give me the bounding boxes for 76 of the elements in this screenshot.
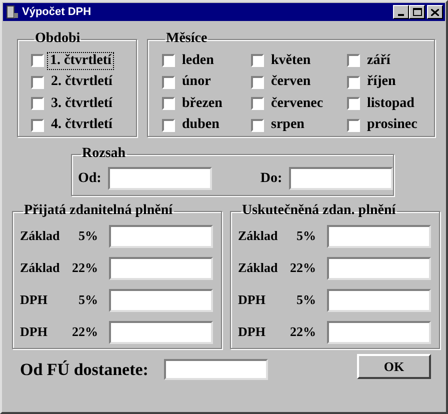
group-title: Měsíce bbox=[165, 31, 208, 47]
checkbox-label[interactable]: 2. čtvrtletí bbox=[51, 74, 112, 90]
group-title: Uskutečněná zdan. plnění bbox=[241, 203, 397, 219]
input-field[interactable] bbox=[108, 167, 212, 190]
field-label: Základ bbox=[20, 227, 61, 246]
maximize-button[interactable] bbox=[409, 5, 425, 19]
field-label: DPH bbox=[20, 323, 48, 342]
input-field[interactable] bbox=[327, 224, 431, 248]
field-label: Základ bbox=[238, 259, 279, 278]
checkbox-label[interactable]: listopad bbox=[367, 96, 414, 112]
group-title: Přijatá zdanitelná plnění bbox=[23, 203, 174, 219]
checkbox[interactable] bbox=[251, 118, 264, 132]
field-label: DPH bbox=[20, 291, 48, 310]
checkbox-label[interactable]: červen bbox=[271, 74, 311, 90]
group-title: Obdobi bbox=[34, 31, 82, 47]
field-label: Od: bbox=[78, 170, 102, 188]
checkbox[interactable] bbox=[251, 54, 264, 68]
checkbox-label[interactable]: leden bbox=[182, 52, 214, 69]
input-field[interactable] bbox=[289, 167, 394, 190]
rate-label: 5% bbox=[296, 227, 316, 246]
rate-label: 22% bbox=[71, 259, 98, 278]
checkbox-label[interactable]: 1. čtvrtletí bbox=[48, 52, 114, 69]
input-field[interactable] bbox=[109, 288, 213, 312]
input-field[interactable] bbox=[327, 288, 431, 312]
input-field[interactable] bbox=[327, 256, 431, 280]
window-title: Výpočet DPH bbox=[22, 4, 92, 20]
field-label: Do: bbox=[260, 170, 282, 188]
rate-label: 22% bbox=[71, 323, 98, 342]
field-label: Základ bbox=[238, 227, 279, 246]
input-field[interactable] bbox=[109, 256, 213, 280]
checkbox-label[interactable]: květen bbox=[271, 52, 311, 69]
app-icon bbox=[5, 5, 19, 19]
field-label: DPH bbox=[238, 323, 266, 342]
input-field[interactable] bbox=[164, 359, 268, 380]
checkbox[interactable] bbox=[347, 97, 360, 110]
close-button[interactable] bbox=[427, 5, 443, 19]
result-label: Od FÚ dostanete: bbox=[20, 359, 148, 381]
checkbox[interactable] bbox=[31, 76, 44, 89]
checkbox-label[interactable]: únor bbox=[182, 74, 211, 90]
input-field[interactable] bbox=[327, 320, 431, 344]
checkbox[interactable] bbox=[31, 118, 44, 132]
checkbox-label[interactable]: březen bbox=[182, 96, 222, 112]
checkbox-label[interactable]: říjen bbox=[367, 74, 396, 90]
rate-label: 5% bbox=[78, 227, 98, 246]
checkbox[interactable] bbox=[31, 97, 44, 110]
input-field[interactable] bbox=[109, 320, 213, 344]
checkbox-label[interactable]: duben bbox=[182, 117, 220, 134]
rate-label: 5% bbox=[296, 291, 316, 310]
minimize-icon bbox=[398, 14, 404, 16]
field-label: DPH bbox=[238, 291, 266, 310]
checkbox-label[interactable]: 3. čtvrtletí bbox=[51, 96, 112, 112]
input-field[interactable] bbox=[109, 224, 213, 248]
checkbox[interactable] bbox=[162, 118, 175, 132]
rate-label: 22% bbox=[289, 323, 316, 342]
group-title: Rozsah bbox=[81, 146, 127, 162]
rate-label: 5% bbox=[78, 291, 98, 310]
checkbox[interactable] bbox=[347, 118, 360, 132]
checkbox-label[interactable]: srpen bbox=[271, 117, 304, 134]
checkbox[interactable] bbox=[162, 97, 175, 110]
checkbox[interactable] bbox=[162, 54, 175, 68]
checkbox[interactable] bbox=[347, 54, 360, 68]
checkbox-label[interactable]: prosinec bbox=[367, 117, 418, 134]
minimize-button[interactable] bbox=[393, 5, 409, 19]
close-icon bbox=[431, 8, 439, 16]
checkbox-label[interactable]: červenec bbox=[271, 96, 324, 112]
maximize-icon bbox=[412, 8, 422, 16]
checkbox[interactable] bbox=[162, 76, 175, 89]
checkbox-label[interactable]: září bbox=[367, 52, 390, 69]
checkbox[interactable] bbox=[251, 76, 264, 89]
rate-label: 22% bbox=[289, 259, 316, 278]
checkbox[interactable] bbox=[251, 97, 264, 110]
ok-button[interactable]: OK bbox=[357, 354, 431, 380]
checkbox-label[interactable]: 4. čtvrtletí bbox=[51, 117, 112, 134]
checkbox[interactable] bbox=[31, 54, 44, 68]
field-label: Základ bbox=[20, 259, 61, 278]
checkbox[interactable] bbox=[347, 76, 360, 89]
